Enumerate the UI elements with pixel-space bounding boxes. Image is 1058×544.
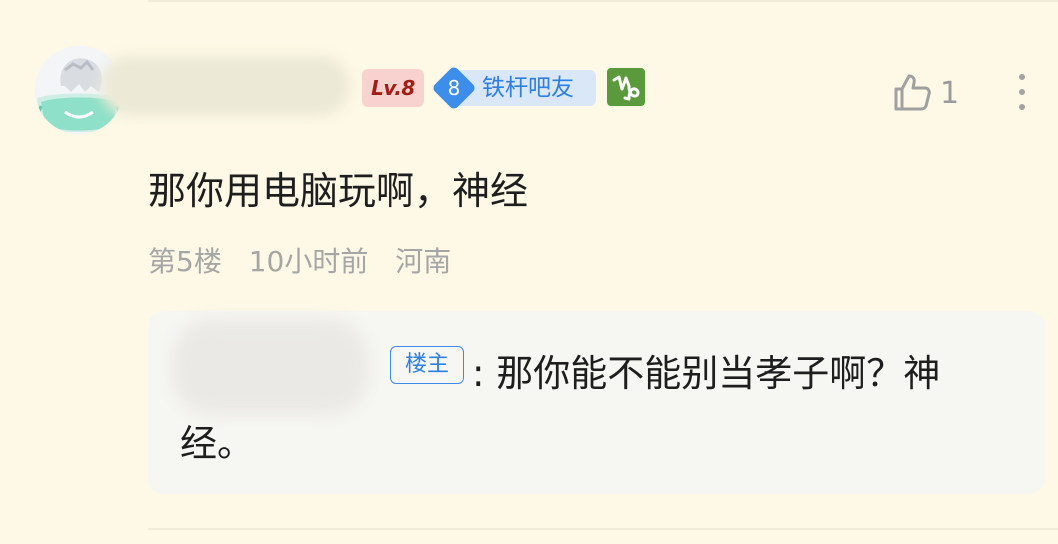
floor-number: 第5楼 xyxy=(148,245,222,278)
fan-title: 铁杆吧友 xyxy=(482,75,574,101)
capricorn-icon xyxy=(607,68,645,106)
like-button[interactable]: 1 xyxy=(890,71,959,115)
post-time: 10小时前 xyxy=(248,245,369,278)
like-count: 1 xyxy=(940,75,960,111)
ip-location: 河南 xyxy=(395,245,452,278)
level-badge: Lv.8 xyxy=(362,69,424,107)
fan-level-number: 8 xyxy=(447,76,461,100)
fan-level-badge[interactable]: 8 铁杆吧友 xyxy=(431,65,596,111)
bottom-divider xyxy=(148,528,1058,530)
username-redacted[interactable] xyxy=(100,56,350,116)
more-options-icon[interactable] xyxy=(1005,70,1039,114)
thumbs-up-icon xyxy=(894,74,931,111)
reply-text: : 那你能不能别当孝子啊？神经。 xyxy=(180,352,941,465)
comment-content: 那你用电脑玩啊，神经 xyxy=(148,169,529,213)
quoted-reply[interactable]: 楼主 : 那你能不能别当孝子啊？神经。 xyxy=(148,311,1045,494)
comment-meta: 第5楼 10小时前 河南 xyxy=(148,243,469,281)
top-divider xyxy=(148,0,1058,2)
